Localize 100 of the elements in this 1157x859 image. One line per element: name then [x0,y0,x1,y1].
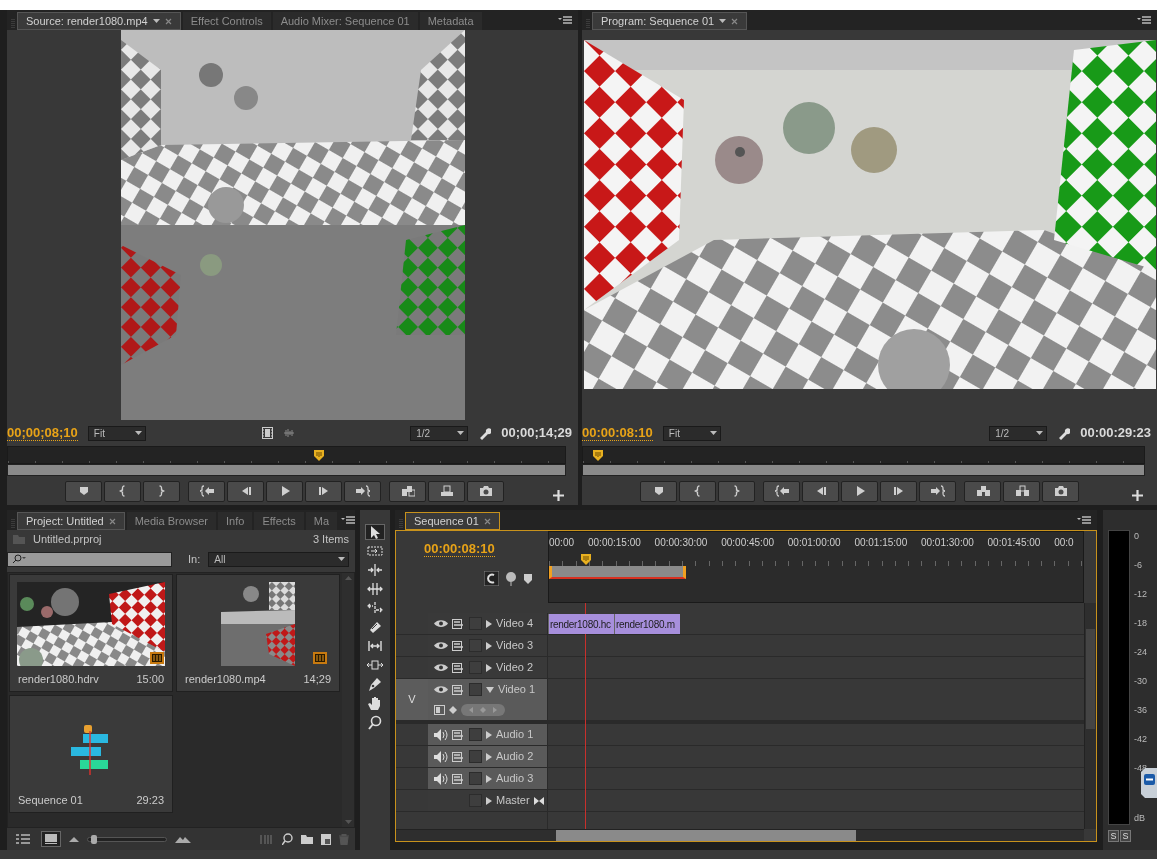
track-toggle[interactable] [469,728,482,741]
snap-icon[interactable] [484,571,499,586]
icon-view-button[interactable] [41,831,61,847]
sync-lock-icon[interactable] [452,773,465,784]
large-mountain-icon[interactable] [175,835,191,843]
step-back-button[interactable] [802,480,839,502]
horizontal-scrollbar[interactable] [396,829,1084,841]
tool-button[interactable] [365,657,385,673]
sync-lock-icon[interactable] [452,729,465,740]
collapse-triangle-icon[interactable] [486,752,492,761]
left-brace-button[interactable] [679,480,716,502]
solo-button[interactable]: S [1120,830,1131,842]
panel-tab[interactable]: Effects [254,512,304,530]
insert-button[interactable] [389,480,426,502]
step-forward-button[interactable] [880,480,917,502]
caret-icon[interactable] [709,431,717,435]
sync-lock-icon[interactable] [452,684,465,695]
collapse-triangle-icon[interactable] [486,730,492,739]
media-item[interactable]: render1080.mp4 14;29 [176,574,340,692]
caret-icon[interactable] [457,431,465,435]
timecode[interactable]: 00:00:08:10 [582,425,653,441]
zoom-scroll-bar[interactable] [7,464,566,476]
collapse-triangle-icon[interactable] [486,796,492,805]
panel-tab[interactable]: Metadata [419,12,482,30]
brace-left-arrow-button[interactable] [763,480,800,502]
expand-triangle-icon[interactable] [486,686,494,693]
timeline-clip[interactable]: render1080.m [614,614,680,634]
close-icon[interactable] [164,17,172,25]
eye-icon[interactable] [434,685,448,694]
timecode[interactable]: 00;00;08;10 [7,425,78,441]
speaker-icon[interactable] [434,772,448,785]
media-item[interactable]: Sequence 01 29:23 [9,695,173,813]
resolution-dropdown[interactable]: 1/2 [989,425,1048,441]
panel-tab[interactable]: Audio Mixer: Sequence 01 [272,12,418,30]
marker-button[interactable] [65,480,102,502]
track-toggle[interactable] [469,683,482,696]
panel-tab[interactable]: Info [218,512,253,530]
filter-dropdown[interactable]: All [208,551,349,567]
close-icon[interactable] [731,17,739,25]
caret-icon[interactable] [1036,431,1044,435]
panel-tab[interactable]: Effect Controls [182,12,271,30]
search-field[interactable] [7,551,173,567]
brace-left-arrow-button[interactable] [188,480,225,502]
keyframe-icon[interactable] [449,705,457,714]
tool-button[interactable] [365,562,385,578]
lift-button[interactable] [964,480,1001,502]
overwrite-button[interactable] [428,480,465,502]
film-icon[interactable] [261,427,273,439]
timecode[interactable]: 00:00:08:10 [424,541,495,557]
wrench-icon[interactable] [1057,426,1071,440]
play-button[interactable] [841,480,878,502]
panel-menu-icon[interactable] [1077,516,1091,524]
track-scrollbar[interactable] [1084,603,1096,829]
caret-icon[interactable] [338,557,345,561]
step-forward-button[interactable] [305,480,342,502]
tool-button[interactable] [365,524,385,540]
right-brace-button[interactable] [718,480,755,502]
zoom-dropdown[interactable]: Fit [662,425,721,441]
folder-icon[interactable] [301,834,313,844]
wrench-icon[interactable] [478,426,492,440]
collapse-triangle-icon[interactable] [486,663,492,672]
caret-icon[interactable] [719,19,727,23]
close-icon[interactable] [483,517,491,525]
small-mountain-icon[interactable] [69,836,79,842]
eye-icon[interactable] [434,663,448,672]
collapse-triangle-icon[interactable] [486,774,492,783]
waveform-icon[interactable] [282,428,295,438]
source-patch[interactable]: V [408,691,416,708]
keyframe-display-icon[interactable] [434,704,445,715]
playhead-icon[interactable] [314,450,325,461]
tool-button[interactable] [365,600,385,616]
sync-lock-icon[interactable] [452,618,465,629]
collapse-triangle-icon[interactable] [486,619,492,628]
search-icon[interactable] [282,833,293,845]
caret-icon[interactable] [152,19,160,23]
extract-button[interactable] [1003,480,1040,502]
marker-icon[interactable] [524,573,532,584]
timeline-clip[interactable]: render1080.hc [548,614,614,634]
sync-lock-icon[interactable] [452,640,465,651]
right-brace-button[interactable] [143,480,180,502]
arrow-right-brace-button[interactable] [919,480,956,502]
caret-icon[interactable] [134,431,142,435]
speaker-icon[interactable] [434,750,448,763]
speaker-icon[interactable] [434,728,448,741]
track-header[interactable]: Audio 2 [428,746,548,767]
panel-tab[interactable]: Sequence 01 [405,512,500,530]
panel-menu-icon[interactable] [341,516,356,524]
play-button[interactable] [266,480,303,502]
camera-button[interactable] [1042,480,1079,502]
panel-tab[interactable]: Media Browser [126,512,216,530]
panel-tab[interactable]: Ma [305,512,338,530]
zoom-scroll-bar[interactable] [582,464,1145,476]
tool-button[interactable] [365,581,385,597]
track-toggle[interactable] [469,750,482,763]
eye-icon[interactable] [434,641,448,650]
zoom-dropdown[interactable]: Fit [87,425,146,441]
close-icon[interactable] [108,517,116,525]
panel-tab[interactable]: Program: Sequence 01 [592,12,748,30]
resolution-dropdown[interactable]: 1/2 [410,425,469,441]
list-view-button[interactable] [13,831,33,847]
